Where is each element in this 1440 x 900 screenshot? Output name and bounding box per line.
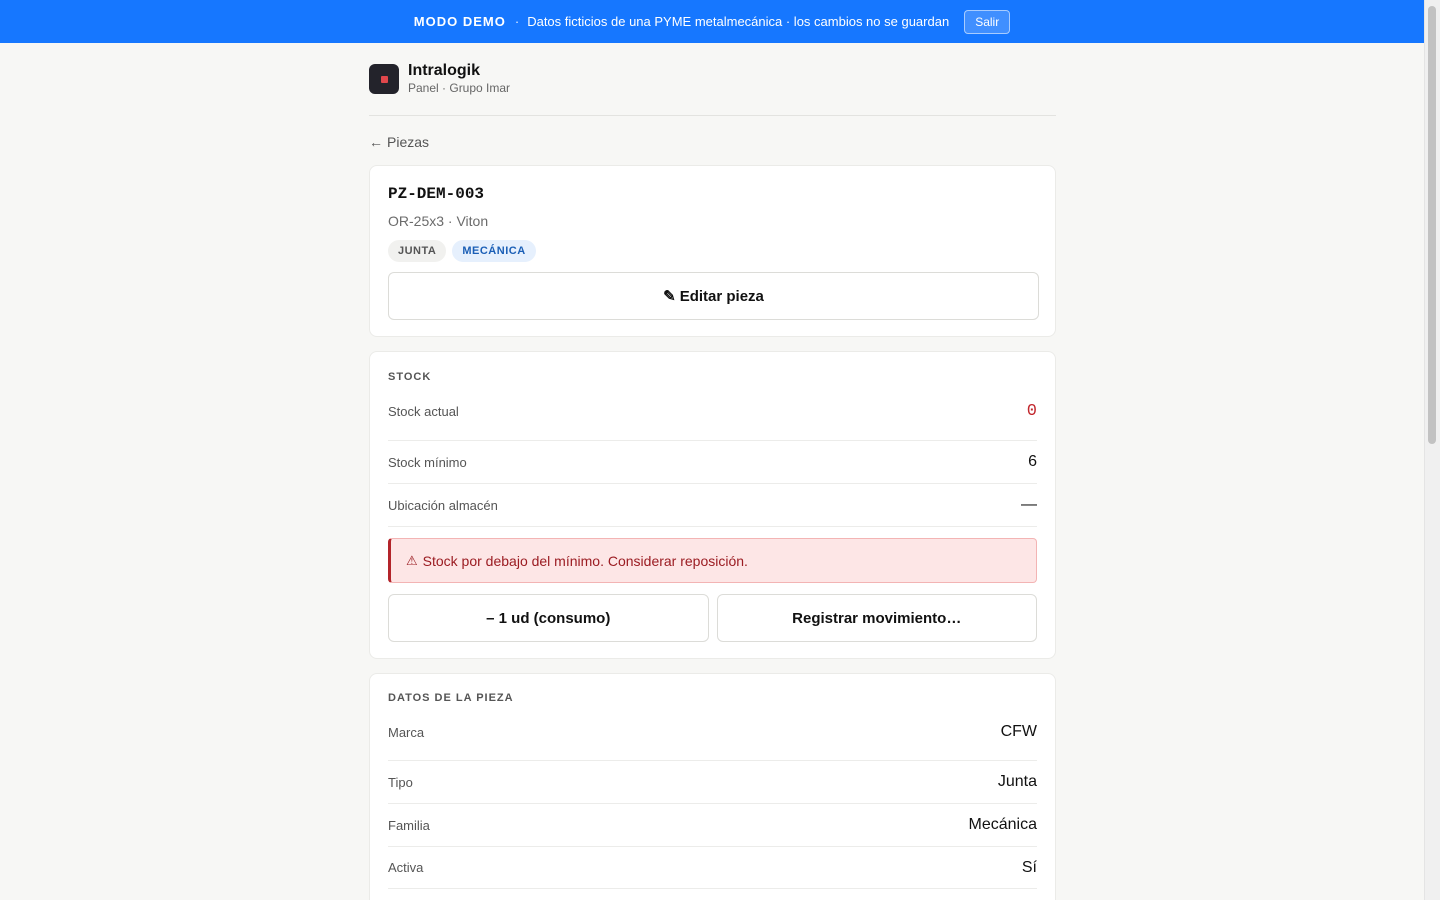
stock-minimum-value: 6 — [1028, 453, 1037, 470]
arrow-left-icon: ← — [369, 134, 383, 150]
edit-piece-label: Editar pieza — [679, 287, 764, 305]
detail-row: Activa Sí — [388, 847, 1037, 889]
back-link-label: Piezas — [387, 134, 430, 150]
details-section-title: DATOS DE LA PIEZA — [388, 692, 514, 704]
active-label: Activa — [388, 860, 424, 875]
page-scrollbar[interactable] — [1424, 0, 1440, 900]
brand-name: Intralogik — [408, 62, 481, 79]
stock-section-title: STOCK — [388, 371, 432, 383]
family-label: Familia — [388, 817, 430, 833]
detail-row: Tipo Junta — [388, 761, 1037, 804]
piece-code: PZ-DEM-003 — [388, 185, 485, 203]
app-logo-icon — [369, 64, 399, 94]
stock-row: Ubicación almacén — — [388, 484, 1037, 527]
stock-row: Stock mínimo 6 — [388, 441, 1037, 484]
demo-banner-message: Datos ficticios de una PYME metalmecánic… — [527, 14, 950, 29]
stock-current-label: Stock actual — [388, 404, 459, 419]
piece-details-card: DATOS DE LA PIEZA Marca CFW Tipo Junta F… — [369, 673, 1056, 900]
stock-current-value: 0 — [1026, 402, 1037, 421]
consume-one-button[interactable]: – 1 ud (consumo) — [388, 594, 709, 642]
type-label: Tipo — [388, 774, 413, 790]
register-movement-button[interactable]: Registrar movimiento… — [716, 594, 1037, 642]
piece-tags: JUNTA MECÁNICA — [388, 240, 1037, 262]
back-to-pieces-link[interactable]: ← Piezas — [369, 134, 429, 150]
brand-header: Intralogik Panel · Grupo Imar — [369, 43, 1056, 116]
warehouse-location-label: Ubicación almacén — [388, 497, 498, 513]
detail-row: Marca CFW — [388, 704, 1037, 761]
demo-banner: MODO DEMO · Datos ficticios de una PYME … — [0, 0, 1424, 43]
family-value: Mecánica — [968, 816, 1037, 833]
low-stock-alert-text: Stock por debajo del mínimo. Considerar … — [422, 552, 748, 569]
stock-actions: – 1 ud (consumo) Registrar movimiento… — [388, 594, 1037, 642]
pencil-icon: ✎ — [663, 288, 676, 305]
stock-card: STOCK Stock actual 0 Stock mínimo 6 Ubic… — [369, 351, 1056, 659]
active-value: Sí — [1021, 858, 1037, 876]
edit-piece-button[interactable]: ✎ Editar pieza — [388, 272, 1039, 320]
warning-icon: ⚠ — [406, 552, 418, 568]
brand-subtitle: Panel · Grupo Imar — [408, 81, 511, 95]
stock-minimum-label: Stock mínimo — [388, 454, 467, 470]
exit-demo-button[interactable]: Salir — [964, 9, 1011, 34]
banner-separator: · — [514, 14, 520, 29]
scrollbar-thumb[interactable] — [1428, 6, 1436, 444]
brand-value: CFW — [1000, 723, 1037, 740]
low-stock-alert: ⚠ Stock por debajo del mínimo. Considera… — [388, 538, 1037, 583]
piece-summary-card: PZ-DEM-003 OR-25x3 · Viton JUNTA MECÁNIC… — [369, 165, 1056, 337]
demo-mode-label: MODO DEMO — [413, 14, 506, 29]
tag-type: JUNTA — [388, 240, 447, 262]
warehouse-location-value: — — [1021, 496, 1037, 513]
main-column: Intralogik Panel · Grupo Imar ← Piezas P… — [369, 43, 1056, 900]
tag-family: MECÁNICA — [452, 240, 536, 262]
type-value: Junta — [997, 773, 1037, 790]
piece-description: OR-25x3 · Viton — [388, 213, 489, 229]
stock-row: Stock actual 0 — [388, 383, 1037, 441]
brand-label: Marca — [388, 724, 425, 740]
detail-row: Familia Mecánica — [388, 804, 1037, 847]
